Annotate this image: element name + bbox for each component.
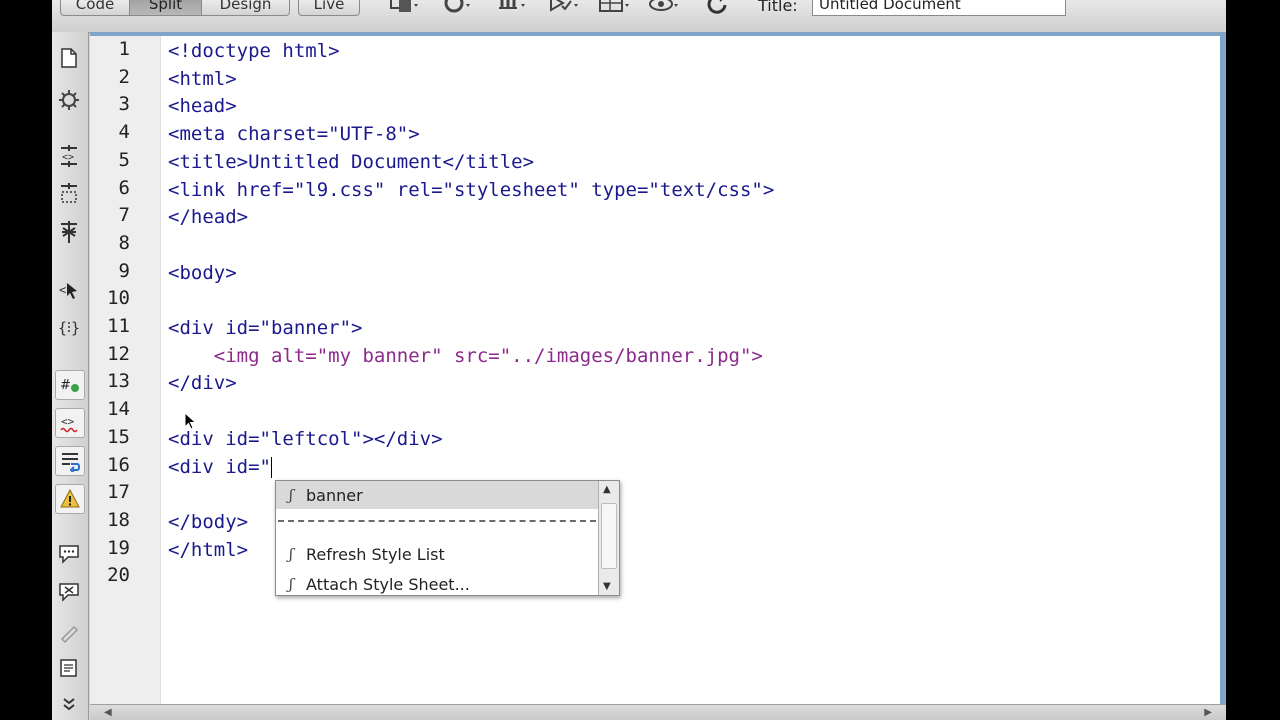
line-number: 1 [118, 38, 130, 60]
line-number: 10 [107, 287, 130, 310]
preview-browser-icon[interactable] [442, 0, 476, 16]
line-number: 16 [107, 453, 130, 476]
more-icon[interactable] [55, 690, 83, 718]
code-hints-popup[interactable]: ʃ banner ʃ Refresh Style List ʃ Attach S… [275, 480, 620, 596]
line-number: 3 [118, 93, 130, 116]
code-hint-item[interactable]: ʃ banner [276, 481, 600, 509]
multiscreen-icon[interactable] [388, 0, 422, 16]
live-view-options-icon[interactable] [648, 0, 682, 16]
code-line[interactable]: <title>Untitled Document</title> [168, 151, 534, 173]
line-number: 5 [118, 148, 130, 171]
expand-all-icon[interactable] [55, 218, 83, 246]
code-line[interactable]: </body> [168, 511, 248, 533]
remove-comment-icon[interactable] [55, 578, 83, 606]
wrap-tag-icon[interactable] [55, 618, 83, 646]
code-line[interactable]: <body> [168, 262, 237, 284]
code-line[interactable]: <div id="banner"> [168, 317, 362, 339]
code-hint-label: banner [306, 485, 363, 505]
code-line[interactable]: </head> [168, 206, 248, 228]
code-hint-label: Refresh Style List [306, 544, 445, 564]
code-line[interactable]: <!doctype html> [168, 40, 340, 62]
css-style-icon: ʃ [288, 545, 294, 563]
css-style-icon: ʃ [288, 575, 294, 593]
apply-comment-icon[interactable] [55, 540, 83, 568]
mouse-cursor-icon [184, 412, 196, 430]
scroll-right-icon[interactable]: ▶ [1204, 707, 1212, 718]
refresh-icon[interactable] [704, 0, 738, 16]
line-number: 19 [107, 536, 130, 559]
collapse-selection-icon[interactable] [55, 180, 83, 208]
hint-separator [278, 520, 596, 522]
recent-snippets-icon[interactable] [55, 654, 83, 682]
code-view-pane: 1 2 3 4 5 6 7 8 9 10 11 12 13 14 15 16 17 18 19 20 <!doctyp… [90, 32, 1226, 708]
code-line[interactable]: <div id="leftcol"></div> [168, 428, 443, 450]
title-label: Title: [758, 0, 798, 15]
live-view-button[interactable]: Live [298, 0, 360, 16]
svg-text:<: < [59, 283, 66, 297]
text-caret [270, 456, 272, 478]
line-number: 18 [107, 508, 130, 531]
svg-text:#: # [60, 378, 71, 393]
code-hint-label: Attach Style Sheet... [306, 574, 470, 594]
code-line[interactable]: </html> [168, 539, 248, 561]
code-hint-item[interactable]: ʃ Refresh Style List [276, 540, 600, 568]
dreamweaver-window: Code Split Design Live Title: Untitled D… [52, 0, 1226, 720]
code-line[interactable]: <meta charset="UTF-8"> [168, 123, 420, 145]
balance-braces-icon[interactable]: {} [55, 314, 83, 342]
line-number: 8 [118, 231, 130, 254]
code-view-button[interactable]: Code [60, 0, 130, 16]
scroll-left-icon[interactable]: ◀ [104, 707, 112, 718]
open-documents-icon[interactable] [55, 44, 83, 72]
design-view-button[interactable]: Design [202, 0, 290, 16]
window-edge [1226, 0, 1280, 720]
code-editor[interactable]: 1 2 3 4 5 6 7 8 9 10 11 12 13 14 15 16 17 18 19 20 <!doctyp… [90, 36, 1220, 706]
line-number: 6 [118, 176, 130, 199]
line-number: 15 [107, 425, 130, 448]
line-number-gutter: 1 2 3 4 5 6 7 8 9 10 11 12 13 14 15 16 17 18 19 20 [90, 36, 161, 706]
line-number: 17 [107, 481, 130, 504]
code-line[interactable]: <link href="l9.css" rel="stylesheet" typ… [168, 179, 774, 201]
line-number: 4 [118, 121, 130, 144]
hint-scroll-thumb[interactable] [601, 503, 617, 569]
document-toolbar: Code Split Design Live Title: [52, 0, 1226, 33]
show-code-navigator-icon[interactable] [55, 86, 83, 114]
code-line[interactable]: <img alt="my banner" src="../images/bann… [168, 345, 763, 367]
code-hint-item[interactable]: ʃ Attach Style Sheet... [276, 570, 600, 598]
svg-text:}: } [71, 319, 80, 337]
code-line[interactable]: <head> [168, 95, 237, 117]
code-line[interactable]: <html> [168, 68, 237, 90]
line-number: 14 [107, 398, 130, 421]
svg-text:<>: <> [62, 152, 74, 163]
line-number: 9 [118, 259, 130, 282]
validate-icon[interactable] [548, 0, 582, 16]
split-view-button[interactable]: Split [130, 0, 202, 16]
collapse-full-tag-icon[interactable]: <> [55, 142, 83, 170]
line-number: 12 [107, 342, 130, 365]
code-line[interactable]: <div id=" [168, 456, 272, 478]
line-number: 20 [107, 564, 130, 587]
select-parent-tag-icon[interactable]: < [55, 276, 83, 304]
code-line[interactable]: </div> [168, 372, 237, 394]
file-management-icon[interactable] [496, 0, 530, 16]
css-style-icon: ʃ [288, 486, 294, 504]
document-title-input[interactable] [812, 0, 1066, 16]
visual-aids-icon[interactable] [598, 0, 632, 16]
horizontal-scrollbar[interactable]: ◀ ▶ [90, 704, 1226, 720]
line-number: 7 [118, 204, 130, 227]
scroll-down-icon[interactable]: ▼ [603, 581, 611, 592]
svg-text:<>: <> [61, 415, 75, 428]
line-number: 11 [107, 315, 130, 337]
line-number: 2 [118, 65, 130, 88]
hint-scrollbar[interactable]: ▲ ▼ [598, 481, 619, 595]
svg-text:{: { [58, 319, 67, 337]
scroll-up-icon[interactable]: ▲ [603, 484, 611, 495]
line-number: 13 [107, 370, 130, 393]
